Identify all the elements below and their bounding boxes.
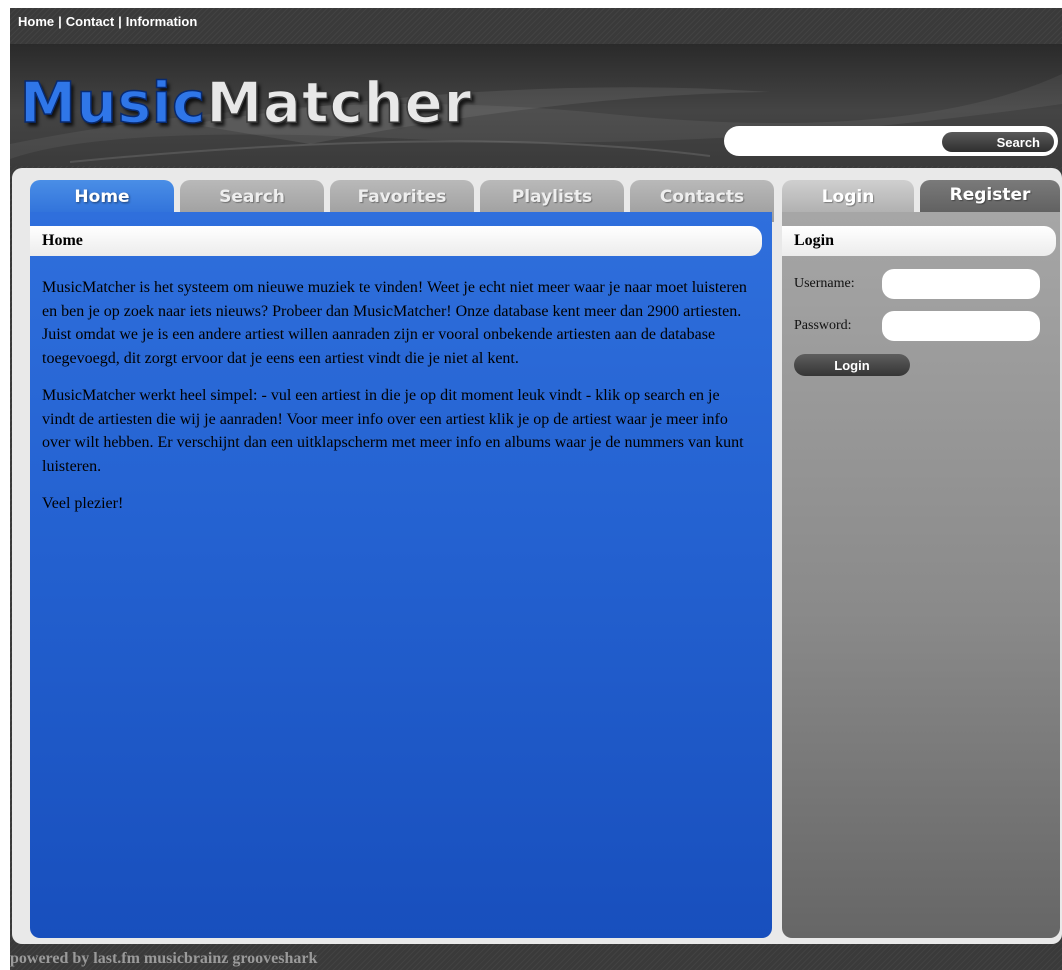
top-nav: Home | Contact | Information bbox=[18, 14, 197, 29]
intro-paragraph: MusicMatcher is het systeem om nieuwe mu… bbox=[42, 279, 747, 367]
login-button[interactable]: Login bbox=[794, 354, 910, 376]
site-logo[interactable]: MusicMatcher bbox=[19, 75, 472, 133]
password-label: Password: bbox=[794, 318, 852, 333]
logo-matcher-text: Matcher bbox=[206, 71, 473, 136]
closing-paragraph: Veel plezier! bbox=[42, 495, 124, 512]
topnav-link-contact[interactable]: Contact bbox=[66, 14, 114, 29]
main-body-text: MusicMatcher is het systeem om nieuwe mu… bbox=[42, 276, 756, 530]
topnav-link-information[interactable]: Information bbox=[126, 14, 198, 29]
username-label: Username: bbox=[794, 276, 855, 291]
topnav-separator: | bbox=[118, 14, 122, 29]
footer-credits: powered by last.fm musicbrainz groovesha… bbox=[10, 950, 318, 967]
howto-paragraph: MusicMatcher werkt heel simpel: - vul ee… bbox=[42, 387, 744, 475]
topnav-separator: | bbox=[58, 14, 62, 29]
logo-music-text: Music bbox=[19, 71, 207, 136]
password-input[interactable] bbox=[882, 311, 1040, 341]
page: Home | Contact | Information MusicMatcher Se… bbox=[0, 0, 1062, 970]
search-button[interactable]: Search bbox=[942, 132, 1054, 152]
topnav-link-home[interactable]: Home bbox=[18, 14, 54, 29]
footer: powered by last.fm musicbrainz groovesha… bbox=[10, 948, 1062, 970]
username-input[interactable] bbox=[882, 269, 1040, 299]
main-heading: Home bbox=[30, 226, 762, 256]
login-heading: Login bbox=[782, 226, 1056, 256]
site-frame: Home | Contact | Information MusicMatcher Se… bbox=[10, 8, 1062, 970]
